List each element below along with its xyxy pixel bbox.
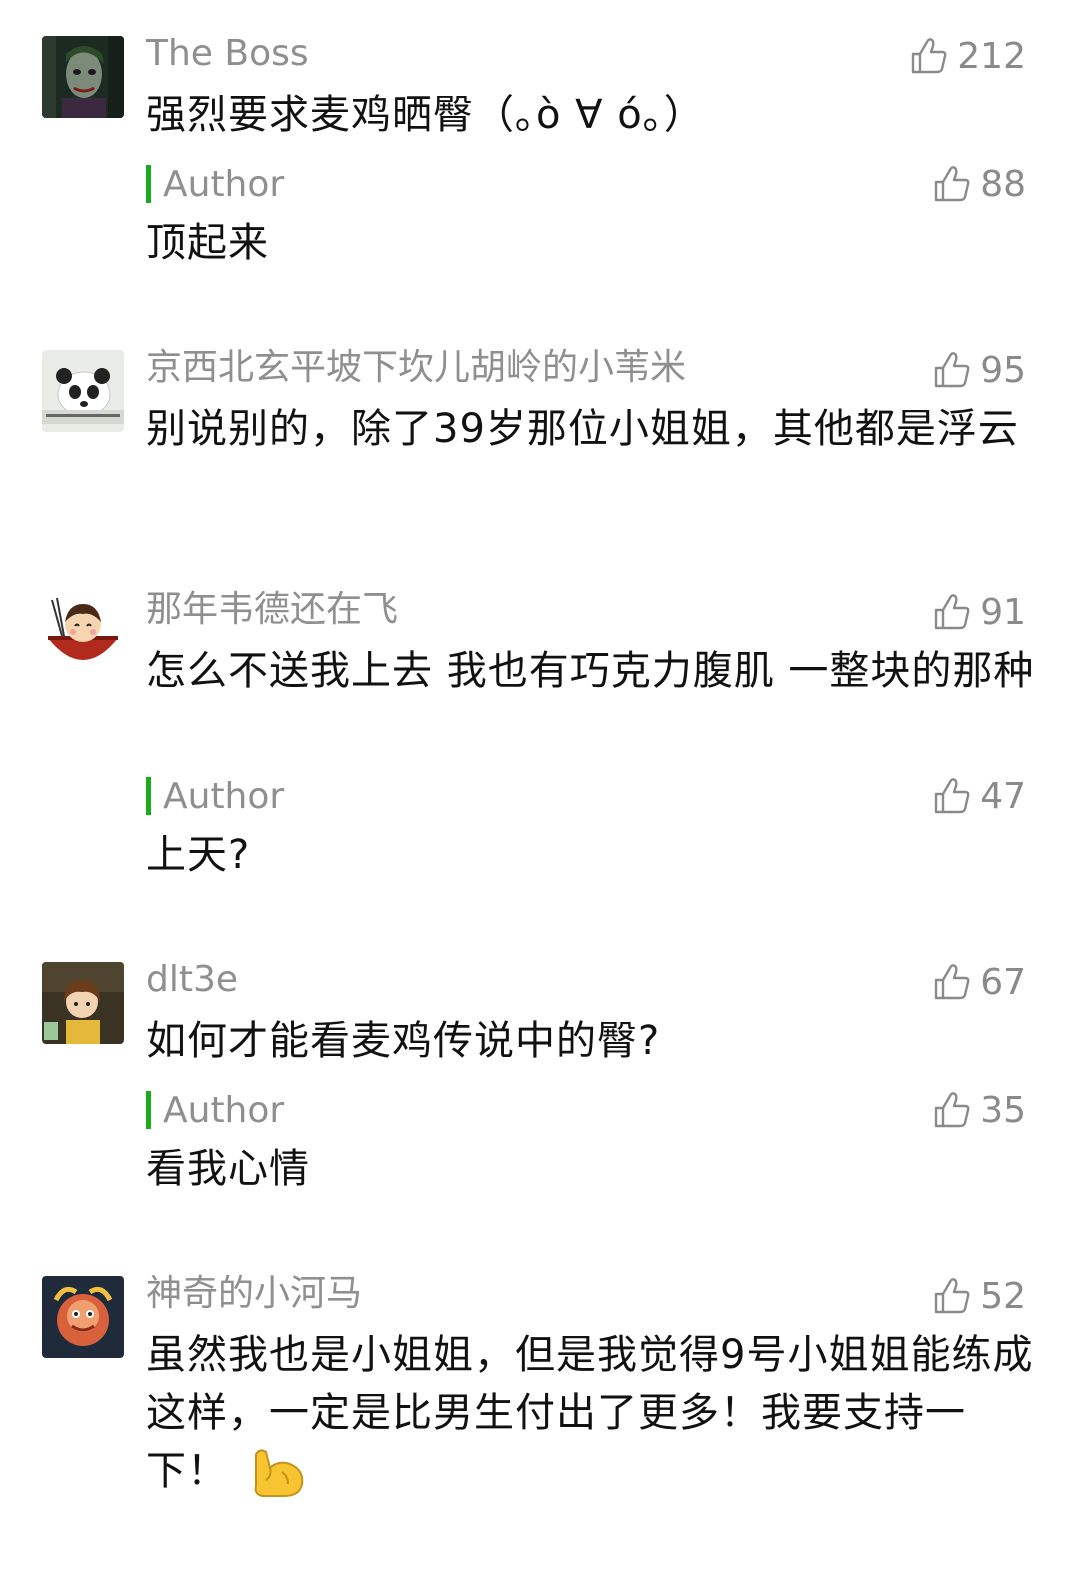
comment-author-name[interactable]: The Boss <box>146 34 309 74</box>
like-count: 35 <box>980 1089 1026 1131</box>
author-reply-marker <box>146 777 151 815</box>
like-count: 67 <box>980 961 1026 1003</box>
author-reply-text: 上天? <box>146 832 251 878</box>
like-button[interactable]: 35 <box>932 1088 1026 1132</box>
like-count: 91 <box>980 591 1026 633</box>
author-label: Author <box>163 1089 285 1131</box>
like-count: 52 <box>980 1275 1026 1317</box>
thumbs-up-icon <box>934 166 970 202</box>
flexed-biceps-icon <box>254 1449 304 1497</box>
thumbs-up-icon <box>934 352 970 388</box>
author-reply-header: Author <box>146 162 284 206</box>
like-button[interactable]: 67 <box>932 960 1026 1004</box>
thumbs-up-icon <box>934 964 970 1000</box>
thumbs-up-icon <box>934 1092 970 1128</box>
like-count: 47 <box>980 775 1026 817</box>
avatar[interactable] <box>42 592 124 674</box>
author-reply-marker <box>146 165 151 203</box>
author-reply-text: 顶起来 <box>146 220 269 266</box>
comment-author-name[interactable]: dlt3e <box>146 960 238 1000</box>
author-label: Author <box>163 163 285 205</box>
like-button[interactable]: 91 <box>932 590 1026 634</box>
like-count: 88 <box>980 163 1026 205</box>
comment-text: 别说别的，除了39岁那位小姐姐，其他都是浮云 <box>146 406 1019 452</box>
comment-text: 强烈要求麦鸡晒臀（｡ò ∀ ó｡） <box>146 92 705 138</box>
thumbs-up-icon <box>912 38 947 74</box>
comment-text: 如何才能看麦鸡传说中的臀? <box>146 1018 661 1064</box>
avatar[interactable] <box>42 350 124 432</box>
like-button[interactable]: 47 <box>932 774 1026 818</box>
comment-author-name[interactable]: 京西北玄平坡下坎儿胡岭的小苇米 <box>146 348 686 388</box>
comment-text: 怎么不送我上去 我也有巧克力腹肌 一整块的那种 <box>146 648 1035 694</box>
avatar[interactable] <box>42 36 124 118</box>
comment-author-name[interactable]: 那年韦德还在飞 <box>146 590 398 630</box>
comment-text: 虽然我也是小姐姐，但是我觉得9号小姐姐能练成这样，一定是比男生付出了更多！我要支… <box>146 1326 1036 1500</box>
like-button[interactable]: 95 <box>932 348 1026 392</box>
like-button[interactable]: 88 <box>932 162 1026 206</box>
avatar[interactable] <box>42 962 124 1044</box>
author-reply-text: 看我心情 <box>146 1146 310 1192</box>
thumbs-up-icon <box>934 1278 970 1314</box>
like-button[interactable]: 52 <box>932 1274 1026 1318</box>
like-count: 212 <box>957 35 1026 77</box>
comment-author-name[interactable]: 神奇的小河马 <box>146 1274 362 1314</box>
thumbs-up-icon <box>934 594 970 630</box>
like-button[interactable]: 212 <box>909 34 1026 78</box>
thumbs-up-icon <box>934 778 970 814</box>
author-label: Author <box>163 775 285 817</box>
avatar[interactable] <box>42 1276 124 1358</box>
like-count: 95 <box>980 349 1026 391</box>
author-reply-header: Author <box>146 774 284 818</box>
author-reply-marker <box>146 1091 151 1129</box>
author-reply-header: Author <box>146 1088 284 1132</box>
